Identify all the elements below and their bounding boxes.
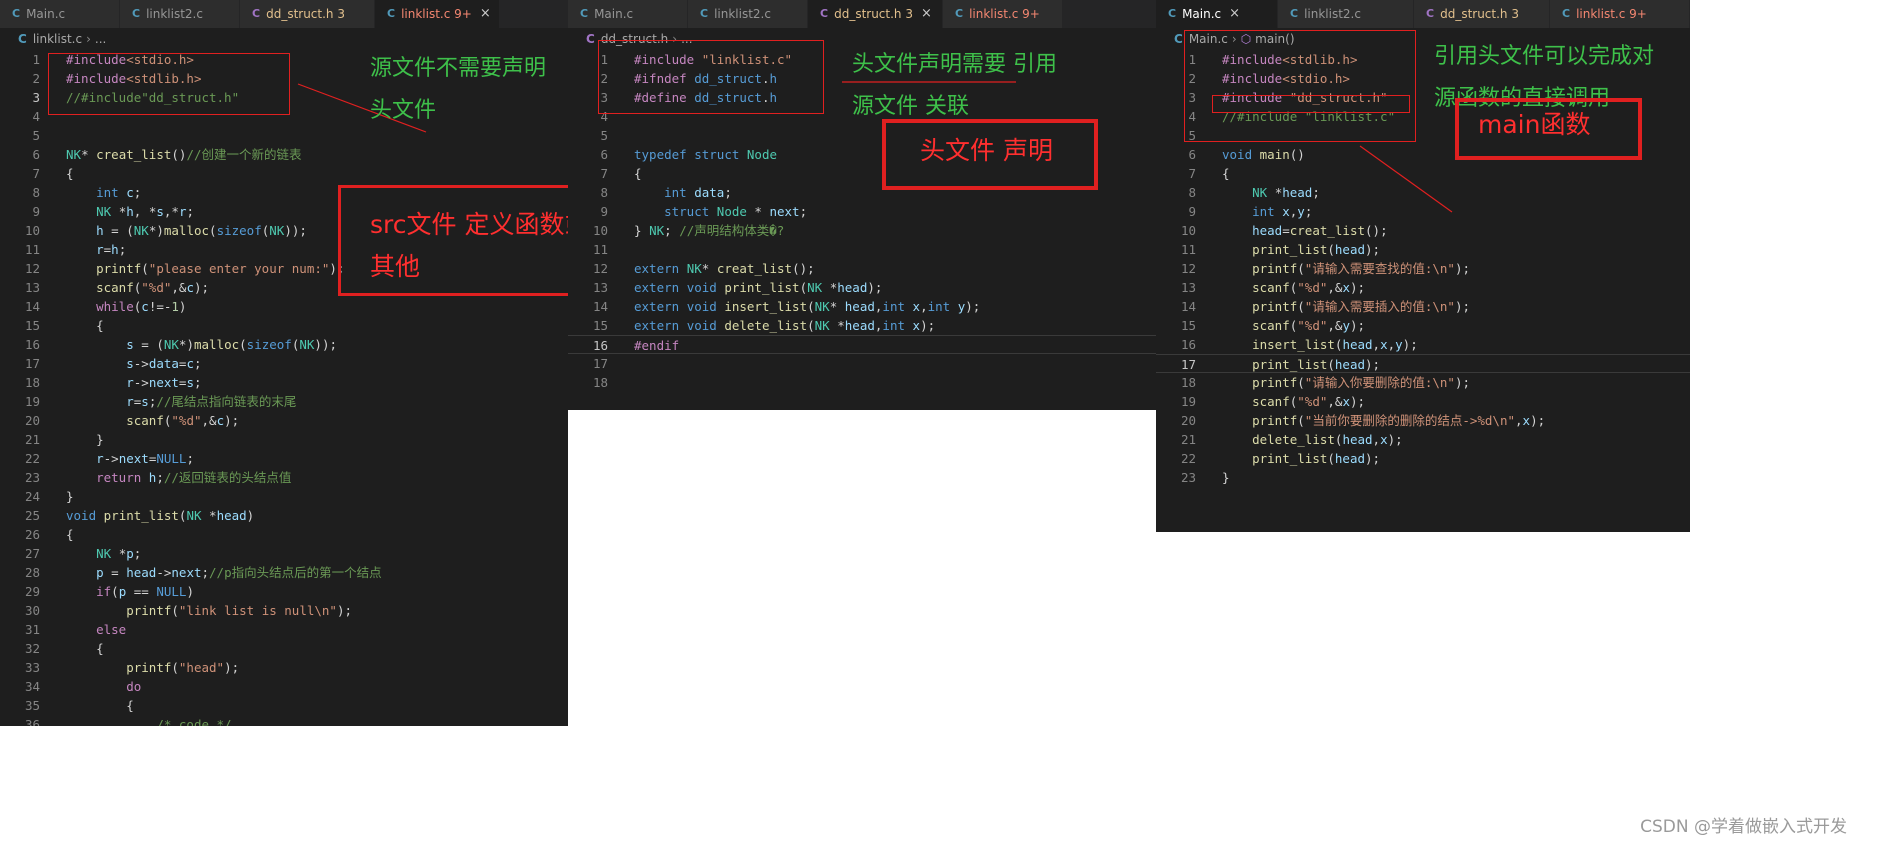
annotation-no-header-needed: 源文件不需要声明 xyxy=(370,56,547,81)
tab-bar: C Main.c Clinklist2.c Cdd_struct.h 3 × Cli… xyxy=(568,0,1156,28)
tab-main-c[interactable]: C Main.c × xyxy=(1156,0,1278,28)
c-file-icon: C xyxy=(580,7,589,20)
include-dd-struct-box xyxy=(1212,95,1410,113)
annotation-underline xyxy=(842,81,1016,83)
annotation-other: 其他 xyxy=(370,252,421,281)
c-file-icon: C xyxy=(132,7,141,20)
tab-linklist-c[interactable]: Clinklist.c 9+ × xyxy=(375,0,500,28)
c-file-icon: C xyxy=(700,7,709,20)
c-header-file-icon: C xyxy=(820,7,829,20)
tab-bar: C Main.c × Clinklist2.c Cdd_struct.h 3 Cli… xyxy=(1156,0,1690,28)
tab-linklist2-c[interactable]: Clinklist2.c xyxy=(1278,0,1414,28)
tab-linklist2-c[interactable]: Clinklist2.c xyxy=(688,0,808,28)
tab-main-c[interactable]: C Main.c xyxy=(0,0,120,28)
annotation-header-file: 头文件 xyxy=(370,98,437,123)
c-file-icon: C xyxy=(955,7,964,20)
annotation-src-define: src文件 定义函数或 xyxy=(370,210,590,239)
breadcrumb: Clinklist.c ›... xyxy=(0,28,568,50)
tab-dd-struct-h[interactable]: Cdd_struct.h 3 xyxy=(1414,0,1550,28)
c-file-icon: C xyxy=(1562,7,1571,20)
tab-linklist-c[interactable]: Clinklist.c 9+ xyxy=(1550,0,1690,28)
tab-bar: C Main.c Clinklist2.c Cdd_struct.h 3 Clin… xyxy=(0,0,568,28)
c-file-icon: C xyxy=(18,32,27,46)
close-icon[interactable]: × xyxy=(921,0,932,28)
close-icon[interactable]: × xyxy=(1229,0,1240,28)
c-file-icon: C xyxy=(1168,7,1177,20)
tab-linklist-c[interactable]: Clinklist.c 9+ xyxy=(943,0,1063,28)
c-header-file-icon: C xyxy=(1426,7,1435,20)
tab-main-c[interactable]: C Main.c xyxy=(568,0,688,28)
c-file-icon: C xyxy=(1290,7,1299,20)
annotation-include-header: 引用头文件可以完成对 xyxy=(1434,44,1655,69)
c-header-file-icon: C xyxy=(252,7,261,20)
tab-dd-struct-h[interactable]: Cdd_struct.h 3 xyxy=(240,0,375,28)
tab-dd-struct-h[interactable]: Cdd_struct.h 3 × xyxy=(808,0,943,28)
c-header-file-icon: C xyxy=(586,32,595,46)
annotation-header-declare: 头文件声明需要 引用 xyxy=(852,52,1057,77)
code-area[interactable]: 1 #include<stdio.h> 2 #include<stdlib.h> 3… xyxy=(0,50,568,726)
chevron-right-icon: › xyxy=(86,32,91,46)
c-file-icon: C xyxy=(1174,32,1183,46)
main-include-box xyxy=(1184,30,1416,142)
watermark: CSDN @学着做嵌入式开发 xyxy=(1640,817,1847,837)
annotation-main-function: main函数 xyxy=(1478,110,1591,139)
include-highlight-box xyxy=(48,53,290,115)
header-include-box xyxy=(598,40,824,114)
c-file-icon: C xyxy=(387,7,396,20)
annotation-header-declaration: 头文件 声明 xyxy=(920,136,1053,165)
tab-linklist2-c[interactable]: Clinklist2.c xyxy=(120,0,240,28)
close-icon[interactable]: × xyxy=(480,0,491,28)
annotation-arrow xyxy=(1359,145,1453,213)
c-file-icon: C xyxy=(12,7,21,20)
